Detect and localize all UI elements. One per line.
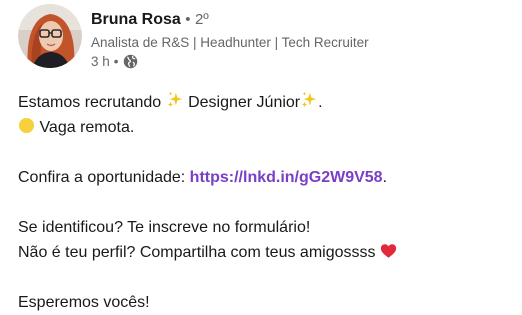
- post-meta: 3 h •: [91, 54, 138, 69]
- feed-post: Bruna Rosa • 2º Analista de R&S | Headhu…: [0, 0, 522, 312]
- globe-icon[interactable]: [123, 54, 138, 69]
- post-timestamp: 3 h: [91, 54, 110, 69]
- post-text: .: [318, 94, 323, 111]
- sparkles-icon: [166, 91, 184, 117]
- post-text: Designer Júnior: [183, 94, 301, 111]
- post-line: Estamos recrutando Designer Júnior .: [18, 90, 508, 115]
- post-line: Não é teu perfil? Compartilha com teus a…: [18, 240, 508, 265]
- post-text: Esperemos vocês!: [18, 294, 150, 311]
- post-text: Estamos recrutando: [18, 94, 166, 111]
- post-line: Esperemos vocês!: [18, 290, 508, 315]
- author-avatar[interactable]: [18, 4, 82, 68]
- post-text: .: [382, 169, 388, 186]
- sparkles-icon: [300, 91, 318, 117]
- post-body: Estamos recrutando Designer Júnior . Vag…: [18, 90, 508, 315]
- separator-dot: •: [185, 11, 191, 28]
- yellow-circle-icon: [18, 117, 35, 142]
- post-line: Se identificou? Te inscreve no formulári…: [18, 215, 508, 240]
- post-line: Confira a oportunidade: https://lnkd.in/…: [18, 165, 508, 190]
- post-line: Vaga remota.: [18, 115, 508, 140]
- connection-degree: 2º: [194, 11, 209, 28]
- job-link[interactable]: https://lnkd.in/gG2W9V58: [190, 169, 383, 186]
- post-text: Confira a oportunidade:: [18, 169, 190, 186]
- post-header: Bruna Rosa • 2º Analista de R&S | Headhu…: [18, 4, 498, 70]
- heart-icon: [380, 242, 397, 267]
- author-headline: Analista de R&S | Headhunter | Tech Recr…: [91, 35, 369, 50]
- author-name[interactable]: Bruna Rosa: [91, 11, 181, 28]
- author-line: Bruna Rosa • 2º: [91, 11, 209, 29]
- post-text: Vaga remota.: [35, 119, 135, 136]
- post-text: Não é teu perfil? Compartilha com teus a…: [18, 244, 380, 261]
- separator-dot: •: [113, 54, 119, 69]
- post-text: Se identificou? Te inscreve no formulári…: [18, 219, 311, 236]
